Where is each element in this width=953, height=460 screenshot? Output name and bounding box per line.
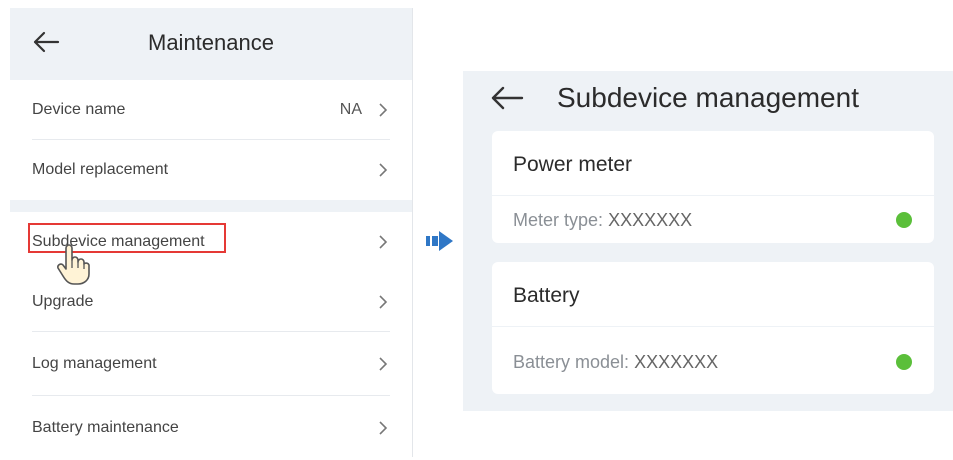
maintenance-screen: Maintenance Device name NA Model replace…	[10, 8, 413, 457]
chevron-right-icon	[379, 421, 388, 435]
menu-item-label: Upgrade	[32, 293, 94, 310]
menu-item-label: Model replacement	[32, 161, 169, 178]
section-divider	[10, 200, 412, 212]
power-meter-card[interactable]: Power meter Meter type: XXXXXXX	[492, 131, 934, 243]
card-title: Battery	[513, 284, 580, 307]
flow-arrow-icon	[426, 231, 453, 251]
menu-item-battery-maintenance[interactable]: Battery maintenance	[10, 396, 412, 460]
divider	[492, 326, 934, 327]
page-title: Maintenance	[148, 30, 274, 55]
menu-item-model-replacement[interactable]: Model replacement	[10, 140, 412, 200]
menu-item-label: Log management	[32, 355, 157, 372]
menu-item-label: Battery maintenance	[32, 419, 179, 436]
battery-model-row: Battery model: XXXXXXX	[513, 352, 718, 373]
page-title: Subdevice management	[557, 82, 859, 113]
subdevice-management-screen: Subdevice management Power meter Meter t…	[463, 71, 953, 411]
menu-item-label: Device name	[32, 101, 126, 118]
device-name-value: NA	[339, 101, 362, 118]
status-dot	[896, 212, 912, 228]
divider	[492, 195, 934, 196]
menu-item-device-name[interactable]: Device name NA	[10, 80, 412, 140]
chevron-right-icon	[379, 357, 388, 371]
subdevice-header: Subdevice management	[463, 71, 953, 127]
menu-item-log-management[interactable]: Log management	[10, 332, 412, 396]
status-dot	[896, 354, 912, 370]
card-title: Power meter	[513, 153, 633, 176]
meter-type-row: Meter type: XXXXXXX	[513, 210, 692, 231]
meter-type-label: Meter type:	[513, 210, 604, 230]
chevron-right-icon	[379, 103, 388, 117]
maintenance-header: Maintenance	[10, 8, 412, 80]
chevron-right-icon	[379, 163, 388, 177]
chevron-right-icon	[379, 295, 388, 309]
hand-pointer-icon	[57, 244, 90, 285]
battery-card[interactable]: Battery Battery model: XXXXXXX	[492, 262, 934, 394]
battery-model-value: XXXXXXX	[634, 352, 719, 372]
chevron-right-icon	[379, 235, 388, 249]
battery-model-label: Battery model:	[513, 352, 630, 372]
back-arrow-icon[interactable]	[490, 84, 524, 112]
meter-type-value: XXXXXXX	[608, 210, 693, 230]
